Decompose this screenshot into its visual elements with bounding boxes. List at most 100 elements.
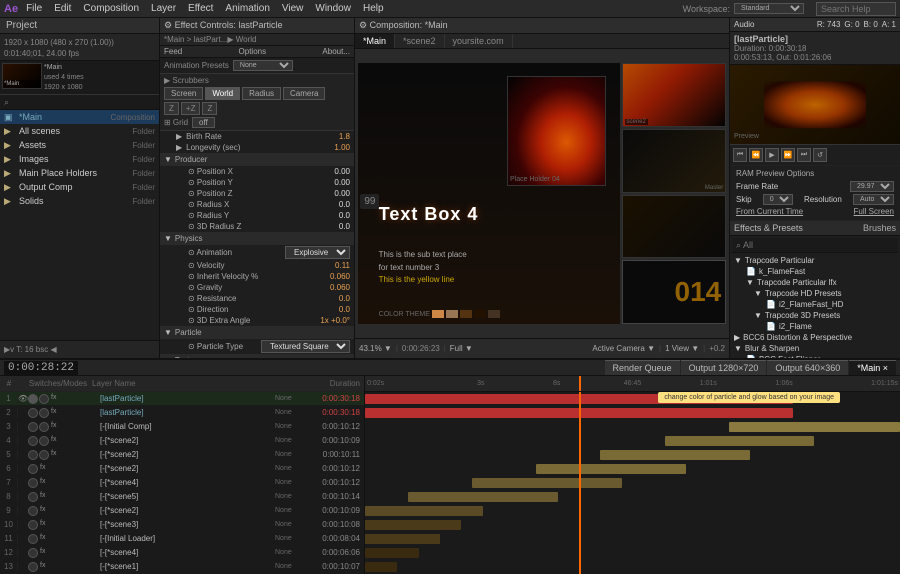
project-item-output[interactable]: ▶ Output Comp Folder <box>0 180 159 194</box>
anim-presets-select[interactable]: None <box>233 60 293 71</box>
project-item-main[interactable]: ▣ *Main Composition <box>0 110 159 124</box>
param-animation-value[interactable]: Explosive <box>285 246 350 259</box>
param-particle-type-value[interactable]: Textured Square <box>261 340 350 353</box>
param-pos-x-value[interactable]: 0.00 <box>300 167 350 176</box>
comp-zoom[interactable]: 43.1% ▼ <box>359 344 392 353</box>
menu-file[interactable]: File <box>22 3 46 14</box>
ep-bcc6[interactable]: ▶ BCC6 Distortion & Perspective <box>730 332 900 343</box>
preview-prev-btn[interactable]: ⏪ <box>749 148 763 162</box>
ram-frame-rate-select[interactable]: 29.97 <box>850 181 894 192</box>
ram-res-select[interactable]: Auto <box>853 194 894 205</box>
param-pos-y-value[interactable]: 0.00 <box>300 178 350 187</box>
menu-animation[interactable]: Animation <box>221 3 273 14</box>
tl-row-12[interactable]: 12 fx [-[*scene4] None 0:00:06:06 <box>0 546 364 560</box>
ep-bcc-fast[interactable]: 📄 BCC Fast Flipper <box>730 354 900 358</box>
scrubber-camera[interactable]: Camera <box>283 87 325 100</box>
preview-loop-btn[interactable]: ↺ <box>813 148 827 162</box>
texture-section[interactable]: ▼ Texture <box>160 354 354 358</box>
preview-fwd-btn[interactable]: ⏭ <box>797 148 811 162</box>
preview-next-btn[interactable]: ⏩ <box>781 148 795 162</box>
timeline-tab-main[interactable]: *Main × <box>849 360 896 375</box>
project-item-assets[interactable]: ▶ Assets Folder <box>0 138 159 152</box>
project-search[interactable] <box>0 95 159 110</box>
comp-tab-main[interactable]: *Main <box>355 34 395 48</box>
tl-row-3[interactable]: 3 fx [-[Initial Comp] None 0:00:10:12 <box>0 420 364 434</box>
particle-section[interactable]: ▼ Particle <box>160 326 354 339</box>
tl-row-13[interactable]: 13 fx [-[*scene1] None 0:00:10:07 <box>0 560 364 574</box>
ep-trapcode-hd[interactable]: ▼ Trapcode HD Presets <box>730 288 900 299</box>
param-radius-x-value[interactable]: 0.0 <box>300 200 350 209</box>
comp-view-select[interactable]: 1 View ▼ <box>665 344 699 353</box>
menu-edit[interactable]: Edit <box>50 3 75 14</box>
effects-about-btn[interactable]: About... <box>322 47 350 56</box>
preview-rew-btn[interactable]: ⏮ <box>733 148 747 162</box>
param-longevity-value[interactable]: 1.00 <box>300 143 350 152</box>
scrubber-world[interactable]: World <box>205 87 240 100</box>
ep-k-flamefast[interactable]: 📄 k_FlameFast <box>730 266 900 277</box>
workspace-select[interactable]: Standard <box>734 3 804 14</box>
menu-effect[interactable]: Effect <box>184 3 217 14</box>
scrubber-screen[interactable]: Screen <box>164 87 203 100</box>
menu-layer[interactable]: Layer <box>147 3 180 14</box>
timeline-tab-render-queue[interactable]: Render Queue <box>605 360 680 375</box>
param-birth-rate-value[interactable]: 1.8 <box>300 132 350 141</box>
param-pos-z-value[interactable]: 0.00 <box>300 189 350 198</box>
param-velocity-value[interactable]: 0.11 <box>300 261 350 270</box>
menu-composition[interactable]: Composition <box>79 3 143 14</box>
menu-help[interactable]: Help <box>359 3 388 14</box>
ep-trapcode-3d[interactable]: ▼ Trapcode 3D Presets <box>730 310 900 321</box>
effects-options-btn[interactable]: Options <box>239 47 267 56</box>
param-radius-z-value[interactable]: 0.0 <box>300 222 350 231</box>
menu-view[interactable]: View <box>278 3 308 14</box>
project-item-solids[interactable]: ▶ Solids Folder <box>0 194 159 208</box>
ep-trapcode-lfx[interactable]: ▼ Trapcode Particular lfx <box>730 277 900 288</box>
effects-feed-btn[interactable]: Feed <box>164 47 182 56</box>
search-input[interactable] <box>816 2 896 16</box>
ram-fullscreen-btn[interactable]: Full Screen <box>854 207 894 216</box>
ep-search-input[interactable] <box>732 238 898 253</box>
effects-breadcrumb: ⚙ Effect Controls: lastParticle <box>164 20 282 30</box>
project-item-images[interactable]: ▶ Images Folder <box>0 152 159 166</box>
timeline-tab-output-1[interactable]: Output 1280×720 <box>681 360 767 375</box>
scrubber-radius[interactable]: Radius <box>242 87 281 100</box>
tl-row-8[interactable]: 8 fx [-[*scene5] None 0:00:10:14 <box>0 490 364 504</box>
tl-row-1[interactable]: 1 👁 fx [lastParticle] None 0:00:30:18 <box>0 392 364 406</box>
tl-row-6[interactable]: 6 fx [-[*scene2] None 0:00:10:12 <box>0 462 364 476</box>
comp-active-camera[interactable]: Active Camera ▼ <box>592 344 655 353</box>
effects-presets-list: ▼ Trapcode Particular 📄 k_FlameFast ▼ Tr… <box>730 255 900 358</box>
preview-box: Preview <box>730 65 900 145</box>
ep-blur-sharpen[interactable]: ▼ Blur & Sharpen <box>730 343 900 354</box>
project-item-placeholders[interactable]: ▶ Main Place Holders Folder <box>0 166 159 180</box>
comp-tab-scene2[interactable]: *scene2 <box>395 34 445 48</box>
comp-resolution[interactable]: Full ▼ <box>450 344 473 353</box>
project-item-all-scenes[interactable]: ▶ All scenes Folder <box>0 124 159 138</box>
param-inherit-value[interactable]: 0.060 <box>300 272 350 281</box>
param-direction-value[interactable]: 0.0 <box>300 305 350 314</box>
ep-brushes-tab[interactable]: Brushes <box>863 223 896 233</box>
tl-row-4[interactable]: 4 fx [-[*scene2] None 0:00:10:09 <box>0 434 364 448</box>
preview-play-btn[interactable]: ▶ <box>765 148 779 162</box>
tl-row-5[interactable]: 5 fx [-[*scene2] None 0:00:10:11 <box>0 448 364 462</box>
tl-row-2[interactable]: 2 fx [lastParticle] None 0:00:30:18 <box>0 406 364 420</box>
timeline-tab-output-2[interactable]: Output 640×360 <box>767 360 848 375</box>
ram-skip-select[interactable]: 0 <box>763 194 793 205</box>
tl-row-11[interactable]: 11 fx [-[Initial Loader] None 0:00:08:04 <box>0 532 364 546</box>
param-resistance-value[interactable]: 0.0 <box>300 294 350 303</box>
producer-section[interactable]: ▼ Producer <box>160 153 354 166</box>
tl-row-7[interactable]: 7 fx [-[*scene4] None 0:00:10:12 <box>0 476 364 490</box>
timeline-current-time[interactable]: 0:00:28:22 <box>4 361 78 375</box>
ram-from-current-btn[interactable]: From Current Time <box>736 207 803 216</box>
tl-row-9[interactable]: 9 fx [-[*scene2] None 0:00:10:09 <box>0 504 364 518</box>
param-extra-angle-value[interactable]: 1x +0.0° <box>300 316 350 325</box>
ep-i2-flame[interactable]: 📄 i2_Flame <box>730 321 900 332</box>
tl-time-8: 0:00:10:14 <box>309 492 364 501</box>
tl-row-10[interactable]: 10 fx [-[*scene3] None 0:00:10:08 <box>0 518 364 532</box>
param-radius-y-value[interactable]: 0.0 <box>300 211 350 220</box>
ep-k-flamefast-label: k_FlameFast <box>759 267 805 276</box>
comp-tab-yoursite[interactable]: yoursite.com <box>445 34 513 48</box>
ep-i2-flamefast-hd[interactable]: 📄 i2_FlameFast_HD <box>730 299 900 310</box>
menu-window[interactable]: Window <box>311 3 355 14</box>
ep-trapcode-particular[interactable]: ▼ Trapcode Particular <box>730 255 900 266</box>
param-gravity-value[interactable]: 0.060 <box>300 283 350 292</box>
physics-section[interactable]: ▼ Physics <box>160 232 354 245</box>
